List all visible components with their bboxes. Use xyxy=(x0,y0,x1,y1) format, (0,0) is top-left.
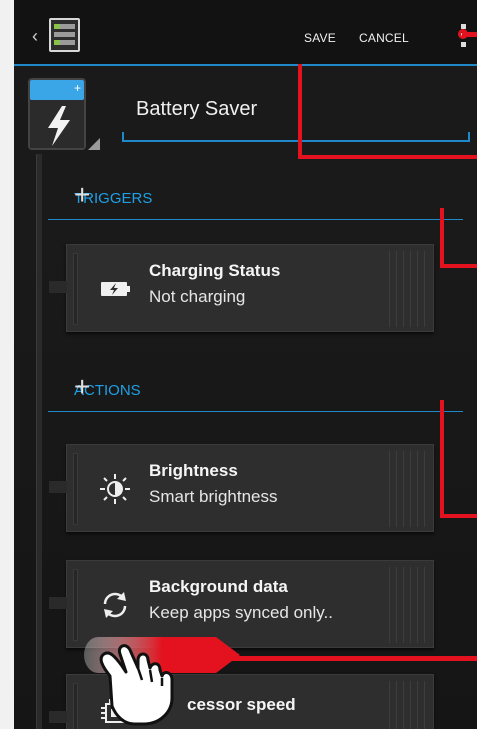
drag-handle[interactable] xyxy=(389,567,425,643)
profiles-app-icon[interactable] xyxy=(49,18,80,52)
trigger-card-charging-status[interactable]: Charging Status Not charging xyxy=(49,244,434,332)
timeline-rail xyxy=(36,154,42,729)
sync-icon xyxy=(97,587,133,623)
hand-pointer-icon xyxy=(99,644,174,726)
screen: ‹ SAVE CANCEL + Battery Saver TRIGGERS +… xyxy=(0,0,477,729)
action-bar: ‹ SAVE CANCEL xyxy=(14,0,477,66)
battery-charge-icon: + xyxy=(28,78,100,150)
drag-handle[interactable] xyxy=(389,681,425,729)
action-title: Background data xyxy=(149,577,288,596)
svg-text:+: + xyxy=(74,81,81,95)
add-action-button[interactable]: + xyxy=(74,371,449,403)
brightness-icon xyxy=(97,471,133,507)
actions-section-header: ACTIONS + xyxy=(48,370,463,412)
action-subtitle: Smart brightness xyxy=(149,487,278,506)
action-subtitle: Keep apps synced only.. xyxy=(149,603,333,622)
action-card-brightness[interactable]: Brightness Smart brightness xyxy=(49,444,434,532)
drag-handle[interactable] xyxy=(389,251,425,327)
trigger-title: Charging Status xyxy=(149,261,281,280)
cancel-button[interactable]: CANCEL xyxy=(359,31,409,45)
drag-handle[interactable] xyxy=(389,451,425,527)
battery-bolt-icon xyxy=(97,271,133,307)
triggers-section-header: TRIGGERS + xyxy=(48,178,463,220)
trigger-subtitle: Not charging xyxy=(149,287,246,306)
action-title: Brightness xyxy=(149,461,238,480)
profile-name-value: Battery Saver xyxy=(136,98,258,120)
save-button[interactable]: SAVE xyxy=(304,31,336,45)
back-caret-icon[interactable]: ‹ xyxy=(32,26,38,47)
add-trigger-button[interactable]: + xyxy=(74,179,449,211)
